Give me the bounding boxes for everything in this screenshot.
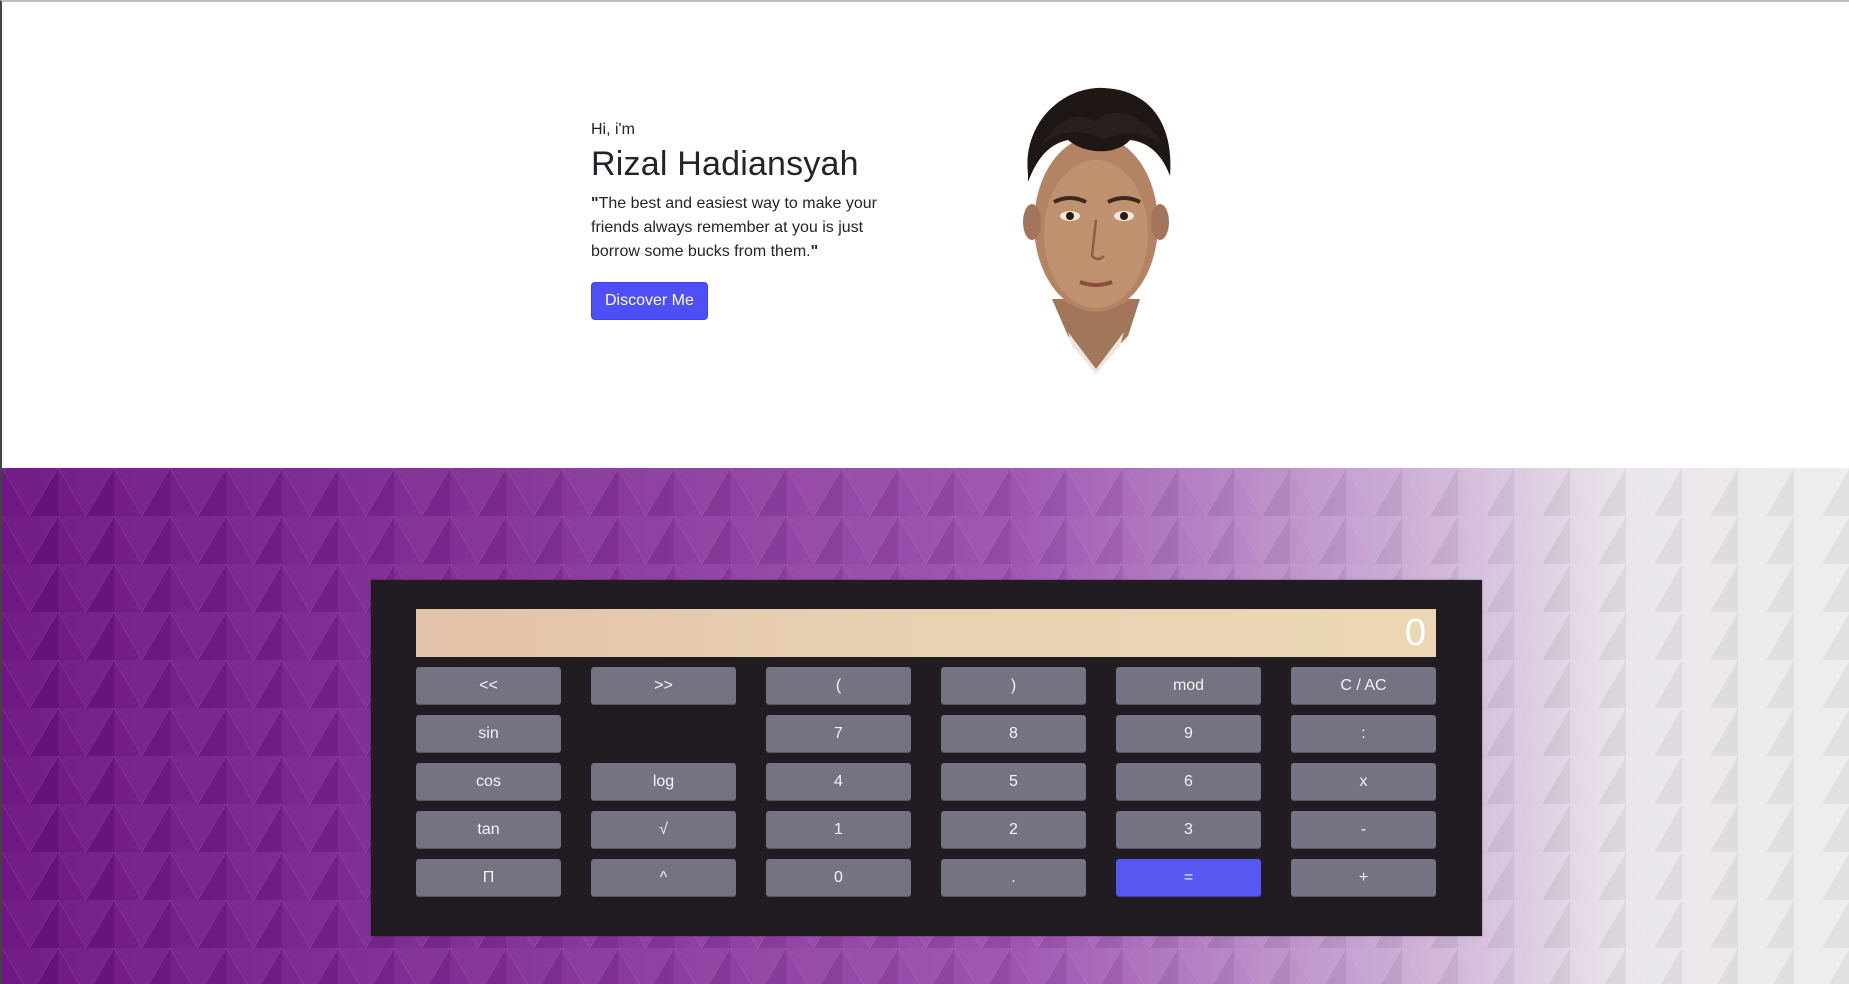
- mod-key[interactable]: mod: [1116, 667, 1261, 705]
- shift-right-key[interactable]: >>: [591, 667, 736, 705]
- digit-4-key[interactable]: 4: [766, 763, 911, 801]
- digit-2-key[interactable]: 2: [941, 811, 1086, 849]
- hero-name: Rizal Hadiansyah: [591, 145, 859, 183]
- digit-3-key[interactable]: 3: [1116, 811, 1261, 849]
- subtract-key[interactable]: -: [1291, 811, 1436, 849]
- close-paren-key[interactable]: ): [941, 667, 1086, 705]
- sin-key[interactable]: sin: [416, 715, 561, 753]
- digit-0-key[interactable]: 0: [766, 859, 911, 897]
- open-paren-key[interactable]: (: [766, 667, 911, 705]
- calculator: 0 << >> () mod C / AC sin 7 8 9: cos log 4 5 6 x tan √ 1 2…: [371, 580, 1482, 936]
- hero-text: Hi, i'm Rizal Hadiansyah "The best and e…: [591, 121, 901, 320]
- discover-me-button[interactable]: Discover Me: [591, 282, 708, 320]
- quote-open-mark: ": [591, 195, 599, 212]
- digit-7-key[interactable]: 7: [766, 715, 911, 753]
- digit-6-key[interactable]: 6: [1116, 763, 1261, 801]
- decimal-key[interactable]: .: [941, 859, 1086, 897]
- hero-quote: "The best and easiest way to make your f…: [591, 192, 901, 264]
- clear-key[interactable]: C / AC: [1291, 667, 1436, 705]
- digit-8-key[interactable]: 8: [941, 715, 1086, 753]
- greeting-text: Hi, i'm: [591, 121, 635, 138]
- add-key[interactable]: +: [1291, 859, 1436, 897]
- digit-5-key[interactable]: 5: [941, 763, 1086, 801]
- quote-text: The best and easiest way to make your fr…: [591, 195, 877, 260]
- calculator-display: 0: [416, 609, 1436, 657]
- hero-section: Hi, i'm Rizal Hadiansyah "The best and e…: [2, 2, 1849, 468]
- equals-key[interactable]: =: [1116, 859, 1261, 897]
- calculator-section: 0 << >> () mod C / AC sin 7 8 9: cos log 4 5 6 x tan √ 1 2…: [2, 468, 1849, 984]
- multiply-key[interactable]: x: [1291, 763, 1436, 801]
- tan-key[interactable]: tan: [416, 811, 561, 849]
- digit-9-key[interactable]: 9: [1116, 715, 1261, 753]
- pi-key[interactable]: Π: [416, 859, 561, 897]
- profile-photo: [1023, 87, 1171, 374]
- digit-1-key[interactable]: 1: [766, 811, 911, 849]
- quote-close-mark: ": [810, 243, 819, 260]
- shift-left-key[interactable]: <<: [416, 667, 561, 705]
- power-key[interactable]: ^: [591, 859, 736, 897]
- sqrt-key[interactable]: √: [591, 811, 736, 849]
- divide-key[interactable]: :: [1291, 715, 1436, 753]
- page: Hi, i'm Rizal Hadiansyah "The best and e…: [0, 0, 1849, 984]
- cos-key[interactable]: cos: [416, 763, 561, 801]
- log-key[interactable]: log: [591, 763, 736, 801]
